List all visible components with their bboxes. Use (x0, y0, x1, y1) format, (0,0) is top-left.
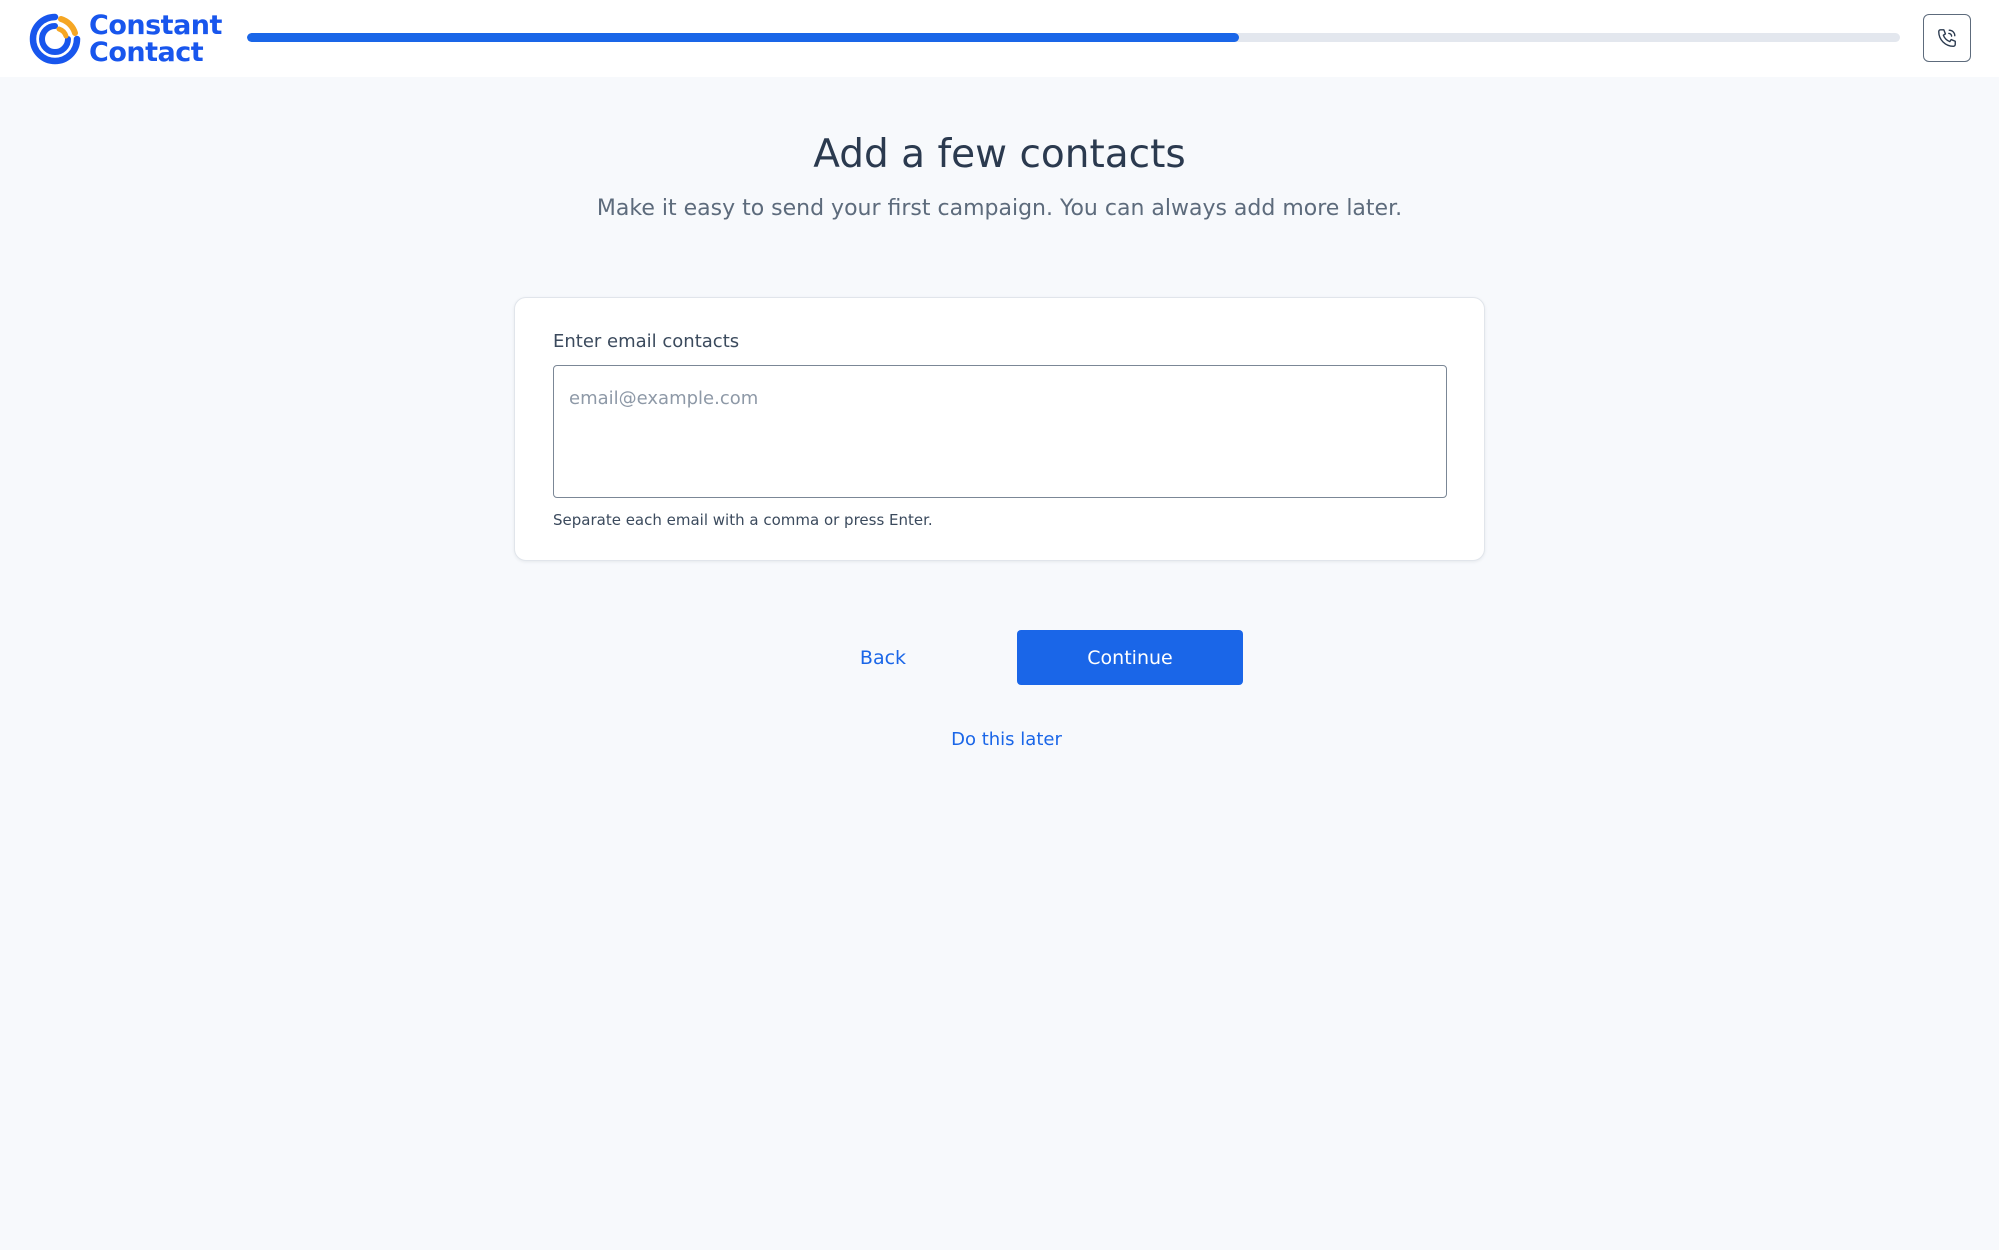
phone-icon (1938, 29, 1956, 47)
onboarding-progress-fill (247, 33, 1239, 42)
logo-wordmark-line2: Contact (89, 37, 204, 68)
call-support-button[interactable] (1923, 14, 1971, 62)
page-subtitle: Make it easy to send your first campaign… (596, 196, 1403, 221)
email-contacts-hint: Separate each email with a comma or pres… (553, 511, 933, 529)
top-bar: Constant Contact (0, 0, 1999, 77)
back-button[interactable]: Back (821, 630, 945, 685)
logo-wordmark: Constant Contact (89, 12, 222, 66)
email-contacts-card: Enter email contacts Separate each email… (514, 297, 1485, 561)
email-contacts-label: Enter email contacts (553, 331, 740, 352)
constant-contact-logo-icon (29, 13, 81, 65)
onboarding-progress-bar (247, 33, 1900, 42)
email-contacts-input[interactable] (553, 365, 1447, 498)
do-this-later-link[interactable]: Do this later (900, 725, 1113, 755)
continue-button[interactable]: Continue (1017, 630, 1243, 685)
page-title: Add a few contacts (813, 132, 1186, 177)
constant-contact-logo[interactable]: Constant Contact (27, 9, 227, 69)
logo-wordmark-line1: Constant (89, 10, 222, 41)
